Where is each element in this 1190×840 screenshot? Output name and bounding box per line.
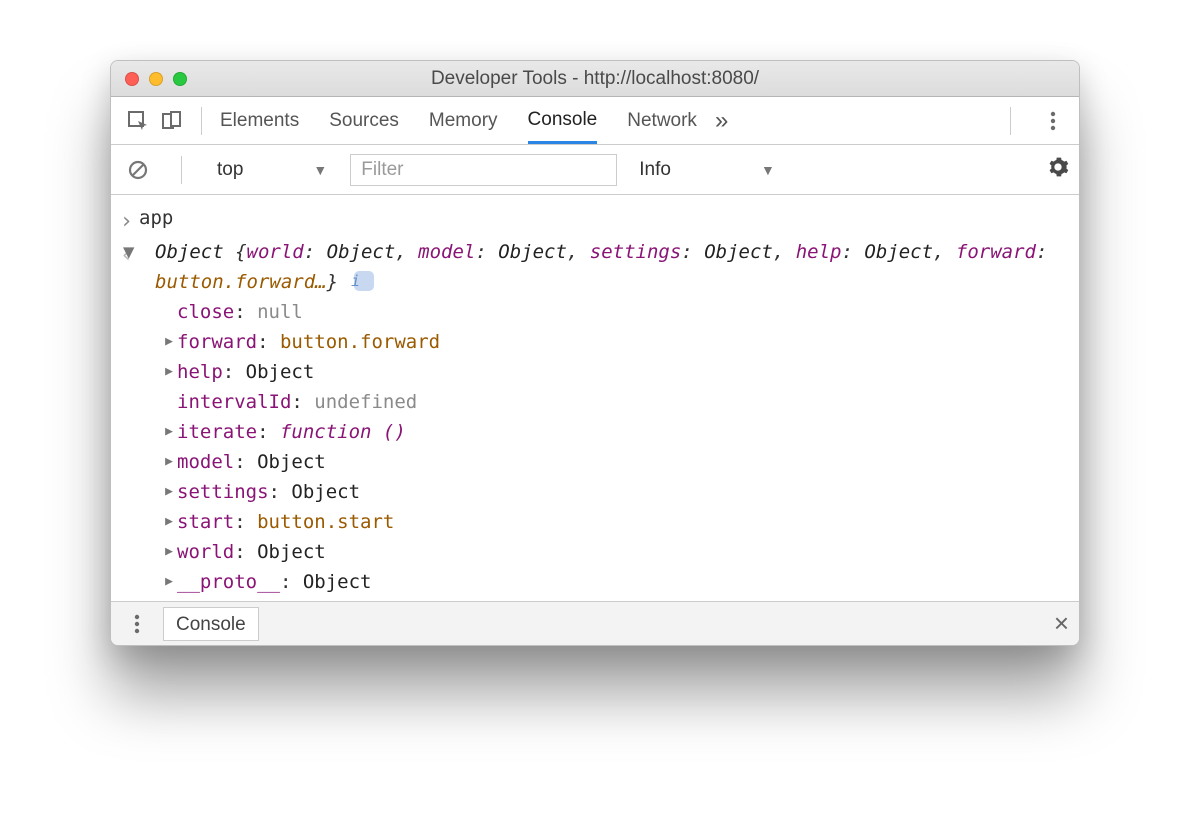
more-tabs-icon[interactable]: » — [715, 107, 728, 135]
clear-console-icon[interactable] — [121, 155, 155, 185]
object-property[interactable]: help: Object — [161, 357, 1079, 387]
disclosure-triangle-icon[interactable] — [161, 417, 177, 447]
filter-input[interactable] — [350, 154, 617, 186]
object-property[interactable]: settings: Object — [161, 477, 1079, 507]
object-summary[interactable]: ▼Object {world: Object, model: Object, s… — [139, 237, 1079, 297]
console-messages[interactable]: app ▼Object {world: Object, model: Objec… — [111, 195, 1079, 601]
property-text: close: null — [177, 297, 303, 327]
drawer-menu-icon[interactable] — [121, 609, 153, 639]
property-text: iterate: function () — [177, 417, 406, 447]
drawer: Console × — [111, 601, 1079, 645]
log-level-value: Info — [639, 159, 671, 181]
separator — [201, 107, 202, 135]
drawer-tab-console[interactable]: Console — [163, 607, 259, 641]
disclosure-triangle-icon[interactable] — [161, 477, 177, 507]
tab-network[interactable]: Network — [627, 100, 697, 142]
object-property[interactable]: world: Object — [161, 537, 1079, 567]
disclosure-triangle-icon[interactable] — [161, 447, 177, 477]
disclosure-triangle-icon[interactable] — [161, 537, 177, 567]
chevron-down-icon: ▼ — [313, 162, 327, 178]
window-titlebar: Developer Tools - http://localhost:8080/ — [111, 61, 1079, 97]
tab-console[interactable]: Console — [528, 99, 598, 144]
console-settings-icon[interactable] — [1047, 156, 1069, 184]
property-text: forward: button.forward — [177, 327, 440, 357]
device-toolbar-icon[interactable] — [155, 106, 189, 136]
object-property[interactable]: close: null — [161, 297, 1079, 327]
panel-tabs: Elements Sources Memory Console Network — [220, 99, 697, 143]
object-property[interactable]: start: button.start — [161, 507, 1079, 537]
object-property[interactable]: __proto__: Object — [161, 567, 1079, 597]
console-input-text: app — [137, 203, 1079, 235]
property-text: model: Object — [177, 447, 326, 477]
tab-sources[interactable]: Sources — [329, 100, 399, 142]
object-property[interactable]: model: Object — [161, 447, 1079, 477]
object-property[interactable]: forward: button.forward — [161, 327, 1079, 357]
property-text: world: Object — [177, 537, 326, 567]
object-property[interactable]: intervalId: undefined — [161, 387, 1079, 417]
property-text: intervalId: undefined — [177, 387, 417, 417]
separator — [1010, 107, 1025, 135]
close-drawer-icon[interactable]: × — [1054, 608, 1069, 639]
chevron-down-icon: ▼ — [761, 162, 775, 178]
console-result: ▼Object {world: Object, model: Object, s… — [111, 237, 1079, 597]
property-text: help: Object — [177, 357, 314, 387]
disclosure-triangle-icon[interactable] — [161, 327, 177, 357]
disclosure-triangle-icon[interactable] — [161, 567, 177, 597]
tab-elements[interactable]: Elements — [220, 100, 299, 142]
separator — [181, 156, 182, 184]
info-badge-icon[interactable]: i — [354, 271, 374, 291]
devtools-menu-icon[interactable] — [1037, 106, 1069, 136]
property-text: start: button.start — [177, 507, 394, 537]
console-toolbar: top ▼ Info ▼ — [111, 145, 1079, 195]
context-selector-value: top — [217, 159, 243, 181]
disclosure-triangle-icon[interactable] — [161, 507, 177, 537]
console-input-echo: app — [111, 203, 1079, 237]
window-title: Developer Tools - http://localhost:8080/ — [111, 68, 1079, 90]
log-level-selector[interactable]: Info ▼ — [631, 155, 783, 185]
property-text: settings: Object — [177, 477, 360, 507]
context-selector[interactable]: top ▼ — [208, 154, 336, 186]
inspect-element-icon[interactable] — [121, 106, 155, 136]
object-properties: close: nullforward: button.forwardhelp: … — [139, 297, 1079, 597]
input-marker-icon — [120, 207, 133, 237]
devtools-window: Developer Tools - http://localhost:8080/… — [110, 60, 1080, 646]
property-text: __proto__: Object — [177, 567, 371, 597]
disclosure-triangle-icon[interactable] — [161, 357, 177, 387]
devtools-tabsbar: Elements Sources Memory Console Network … — [111, 97, 1079, 145]
disclosure-open-icon[interactable]: ▼ — [139, 237, 155, 267]
tab-memory[interactable]: Memory — [429, 100, 498, 142]
object-property[interactable]: iterate: function () — [161, 417, 1079, 447]
